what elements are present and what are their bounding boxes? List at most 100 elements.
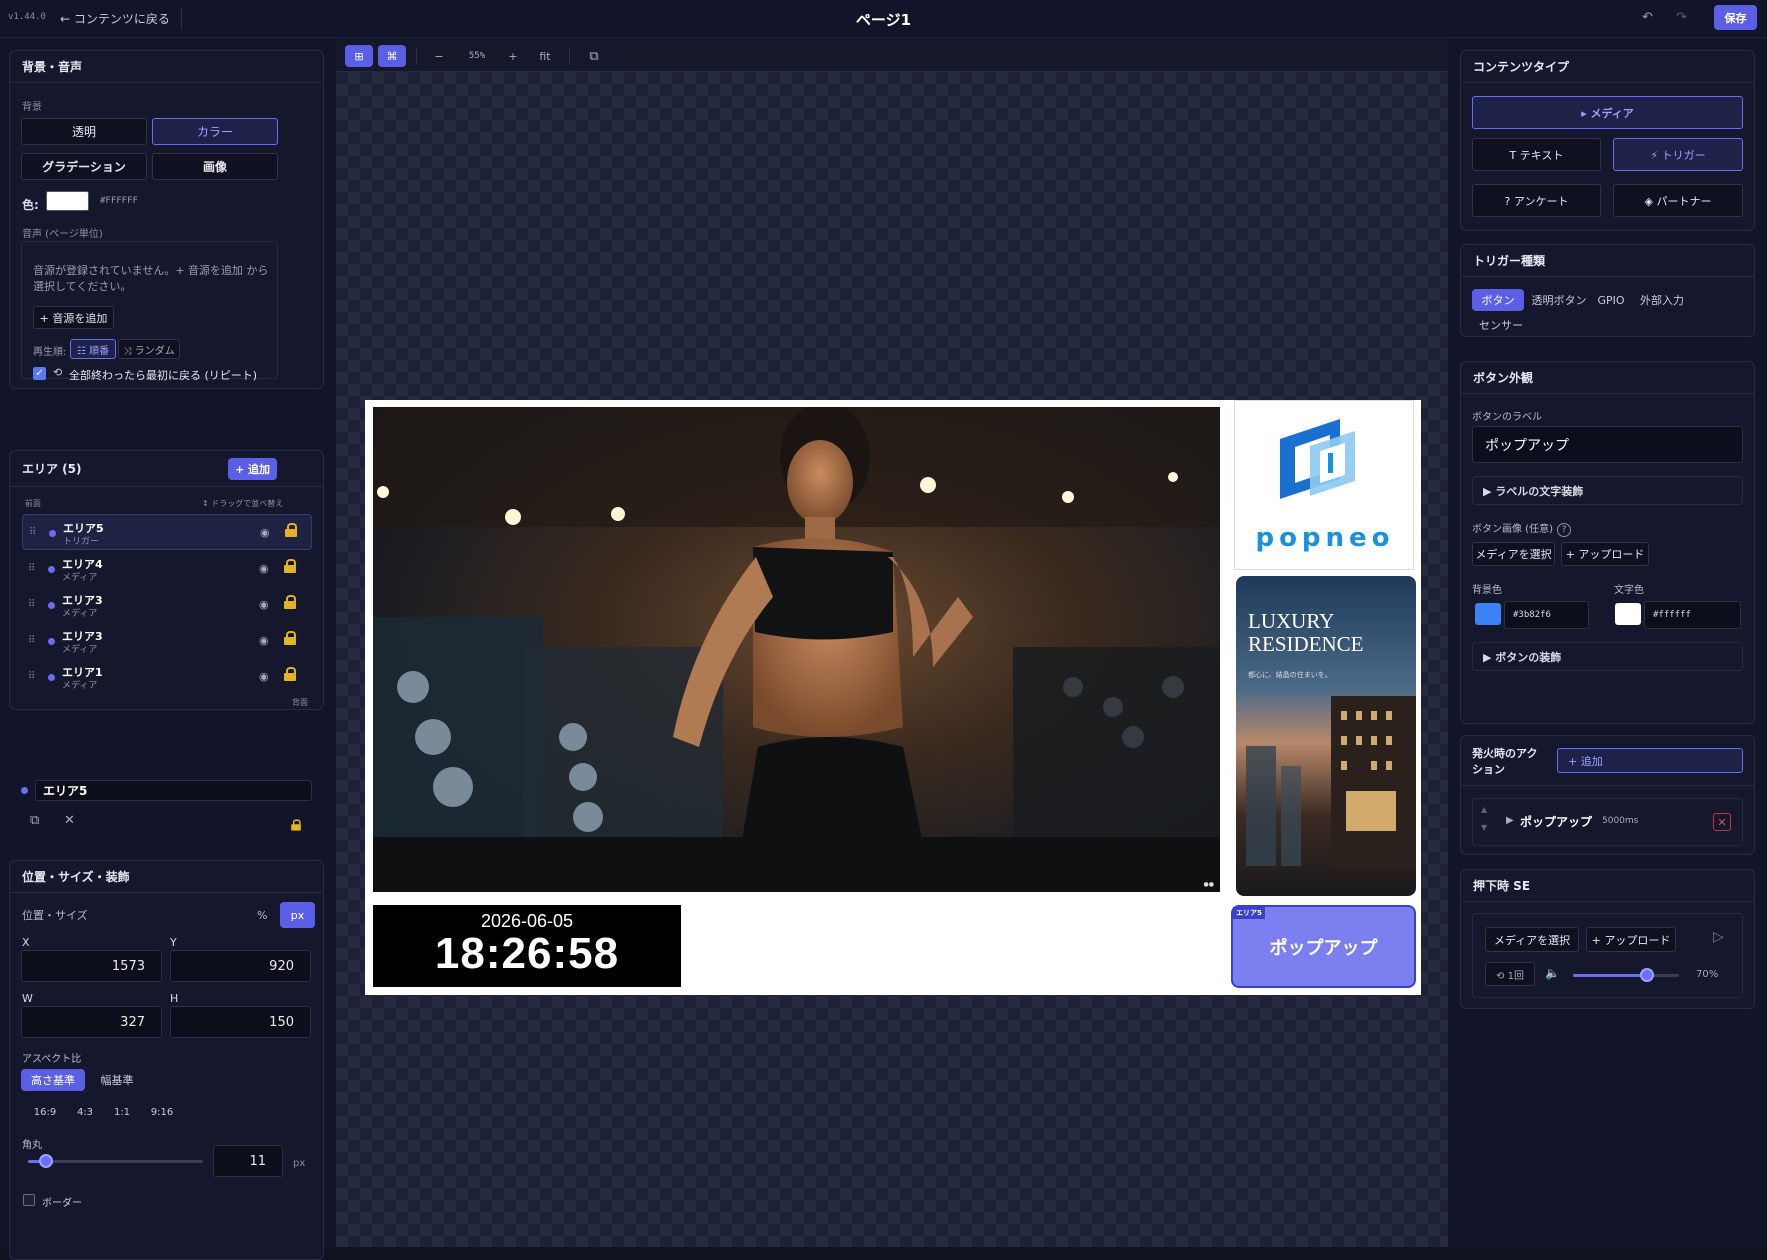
eye-icon[interactable]: ◉: [259, 670, 269, 683]
expand-icon[interactable]: ▶: [1506, 815, 1514, 826]
trigger-transparent-button-option[interactable]: 透明ボタン: [1529, 289, 1589, 311]
w-input[interactable]: 327: [21, 1006, 162, 1038]
device-preview-icon[interactable]: ⧉: [586, 45, 602, 67]
ratio-9-16[interactable]: 9:16: [147, 1101, 177, 1123]
aspect-height-toggle[interactable]: 高さ基準: [21, 1069, 85, 1091]
eye-icon[interactable]: ◉: [259, 598, 269, 611]
area-row[interactable]: ⠿ エリア1 メディア ◉: [22, 659, 312, 695]
area-row[interactable]: ⠿ エリア3 メディア ◉: [22, 623, 312, 659]
trigger-external-input-option[interactable]: 外部入力: [1638, 289, 1686, 311]
se-upload-button[interactable]: + アップロード: [1586, 927, 1676, 952]
lock-icon[interactable]: [284, 667, 296, 681]
eye-icon[interactable]: ◉: [260, 526, 270, 539]
volume-slider-knob[interactable]: [1640, 968, 1655, 982]
trigger-sensor-option[interactable]: センサー: [1477, 314, 1525, 336]
label-decoration-expander[interactable]: ▶ ラベルの文字装飾: [1472, 476, 1743, 505]
duplicate-icon[interactable]: ⧉: [30, 813, 39, 828]
bg-color-button[interactable]: カラー: [152, 118, 278, 145]
button-label-input[interactable]: ポップアップ: [1472, 426, 1743, 463]
ratio-16-9[interactable]: 16:9: [30, 1101, 60, 1123]
popup-trigger-button[interactable]: エリア5 ポップアップ: [1231, 905, 1416, 988]
media-area-photo[interactable]: ●●: [373, 407, 1220, 892]
add-area-button[interactable]: + 追加: [228, 458, 277, 480]
area-row[interactable]: ⠿ エリア4 メディア ◉: [22, 551, 312, 587]
type-partner-button[interactable]: ◈ パートナー: [1613, 184, 1743, 217]
h-input[interactable]: 150: [170, 1006, 311, 1038]
fit-button[interactable]: fit: [536, 45, 554, 67]
section-label: 位置・サイズ: [22, 909, 88, 922]
help-icon[interactable]: ?: [1556, 523, 1571, 537]
border-checkbox[interactable]: [23, 1194, 35, 1206]
action-label: ポップアップ: [1520, 815, 1593, 829]
zoom-out-button[interactable]: −: [432, 45, 446, 67]
radius-slider-knob[interactable]: [38, 1154, 53, 1168]
drag-handle-icon[interactable]: ⠿: [28, 599, 35, 610]
radius-input[interactable]: 11: [213, 1145, 283, 1177]
order-random-button[interactable]: ⤨ ランダム: [118, 339, 180, 359]
choose-media-button[interactable]: メディアを選択: [1472, 542, 1555, 566]
add-action-button[interactable]: + 追加: [1557, 748, 1743, 773]
delete-action-icon[interactable]: ✕: [1713, 813, 1731, 831]
unit-percent-toggle[interactable]: %: [257, 909, 267, 922]
color-swatch[interactable]: [46, 191, 89, 211]
text-color-swatch[interactable]: [1615, 603, 1641, 625]
eye-icon[interactable]: ◉: [259, 634, 269, 647]
x-input[interactable]: 1573: [21, 950, 162, 982]
type-survey-button[interactable]: ? アンケート: [1472, 184, 1601, 217]
order-sequential-button[interactable]: ☷ 順番: [70, 339, 116, 359]
drag-handle-icon[interactable]: ⠿: [29, 527, 36, 538]
grid-icon[interactable]: ⊞: [345, 45, 373, 67]
trigger-button-option[interactable]: ボタン: [1472, 289, 1524, 311]
drag-handle-icon[interactable]: ⠿: [28, 563, 35, 574]
logo-area[interactable]: popneo: [1234, 400, 1414, 570]
area-row[interactable]: ⠿ エリア3 メディア ◉: [22, 587, 312, 623]
lock-icon[interactable]: [284, 595, 296, 609]
play-icon[interactable]: ▷: [1713, 929, 1724, 945]
ratio-4-3[interactable]: 4:3: [72, 1101, 98, 1123]
repeat-count-button[interactable]: ⟲ 1回: [1485, 962, 1535, 986]
drag-handle-icon[interactable]: ⠿: [28, 635, 35, 646]
area-dot: [48, 638, 55, 645]
page-stage[interactable]: ●● 2026-06-05 18:26:58 popneo LUXURY RES…: [365, 400, 1421, 995]
repeat-checkbox[interactable]: ✓: [33, 367, 46, 380]
upload-button[interactable]: + アップロード: [1561, 542, 1649, 566]
y-input[interactable]: 920: [170, 950, 311, 982]
undo-icon[interactable]: ↶: [1642, 10, 1653, 25]
trigger-gpio-option[interactable]: GPIO: [1596, 289, 1626, 311]
eye-icon[interactable]: ◉: [259, 562, 269, 575]
bg-gradient-button[interactable]: グラデーション: [21, 153, 147, 180]
type-trigger-button[interactable]: ⚡ トリガー: [1613, 138, 1743, 171]
bg-color-input[interactable]: #3b82f6: [1504, 601, 1589, 629]
media-area-ad[interactable]: LUXURY RESIDENCE 都心に、結晶の住まいを。: [1236, 576, 1416, 896]
area-name-input[interactable]: エリア5: [35, 780, 312, 801]
move-down-icon[interactable]: ▼: [1481, 823, 1487, 832]
se-choose-media-button[interactable]: メディアを選択: [1485, 927, 1579, 952]
redo-icon[interactable]: ↷: [1676, 10, 1687, 25]
aspect-width-toggle[interactable]: 幅基準: [92, 1069, 142, 1091]
save-button[interactable]: 保存: [1714, 5, 1757, 30]
delete-icon[interactable]: ✕: [64, 813, 75, 828]
type-media-button[interactable]: ▸ メディア: [1472, 96, 1743, 129]
add-audio-button[interactable]: + 音源を追加: [33, 306, 114, 329]
clock-widget[interactable]: 2026-06-05 18:26:58: [373, 905, 681, 987]
drag-handle-icon[interactable]: ⠿: [28, 671, 35, 682]
area-row[interactable]: ⠿ エリア5 トリガー ◉: [22, 514, 312, 550]
move-up-icon[interactable]: ▲: [1481, 805, 1487, 814]
ratio-1-1[interactable]: 1:1: [109, 1101, 135, 1123]
lock-icon[interactable]: [285, 523, 297, 537]
lock-icon[interactable]: [284, 631, 296, 645]
bg-transparent-button[interactable]: 透明: [21, 118, 147, 145]
action-item[interactable]: ▲ ▼ ▶ ポップアップ 5000ms ✕: [1472, 798, 1743, 846]
bg-image-button[interactable]: 画像: [152, 153, 278, 180]
bg-color-swatch[interactable]: [1475, 603, 1501, 625]
divider: [416, 47, 417, 65]
type-text-button[interactable]: T テキスト: [1472, 138, 1601, 171]
button-decoration-expander[interactable]: ▶ ボタンの装飾: [1472, 642, 1743, 671]
snap-icon[interactable]: ⌘: [378, 45, 406, 67]
zoom-in-button[interactable]: +: [506, 45, 520, 67]
unit-px-toggle[interactable]: px: [280, 902, 315, 928]
lock-icon[interactable]: [291, 819, 301, 831]
radius-slider-track[interactable]: [28, 1160, 203, 1163]
lock-icon[interactable]: [284, 559, 296, 573]
text-color-input[interactable]: #ffffff: [1644, 601, 1741, 629]
